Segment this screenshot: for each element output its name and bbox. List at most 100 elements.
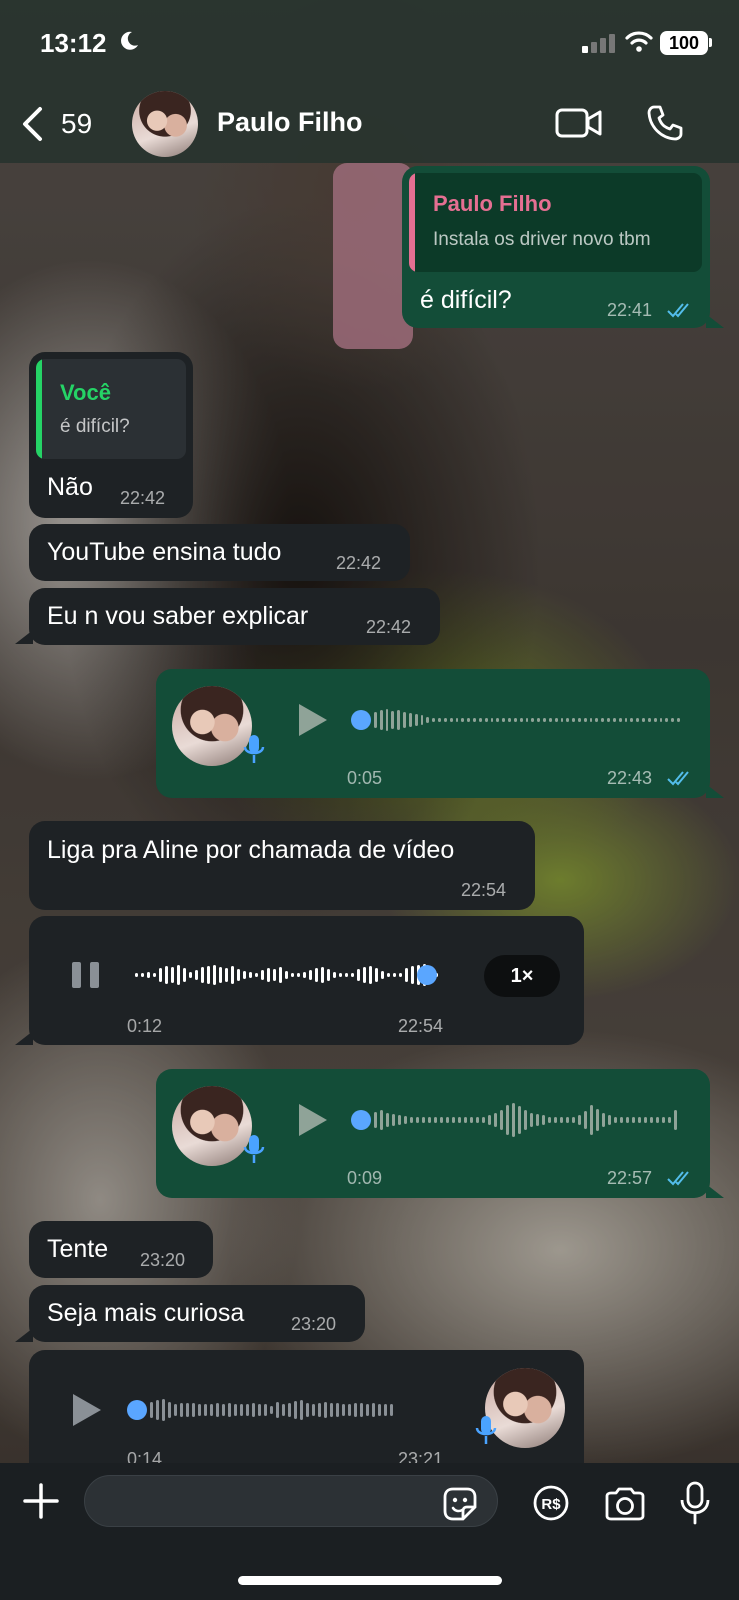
waveform-bar <box>506 1105 509 1135</box>
waveform-bar <box>596 1109 599 1131</box>
waveform-bar <box>222 1404 225 1416</box>
waveform-bar <box>354 1403 357 1417</box>
read-ticks-icon <box>667 1171 689 1186</box>
camera-icon[interactable] <box>604 1487 646 1521</box>
waveform-bar <box>297 973 300 977</box>
waveform-bar <box>375 968 378 982</box>
playback-speed-button[interactable]: 1× <box>484 955 560 997</box>
unread-count[interactable]: 59 <box>61 108 92 140</box>
waveform-bar <box>342 1404 345 1416</box>
waveform-bar <box>246 1404 249 1416</box>
waveform-bar <box>252 1403 255 1417</box>
audio-waveform[interactable] <box>135 958 445 992</box>
waveform-bar <box>443 718 447 722</box>
waveform-bar <box>306 1403 309 1417</box>
waveform-bar <box>387 973 390 977</box>
sticker-icon[interactable] <box>441 1485 479 1523</box>
waveform-bar <box>420 715 424 725</box>
playback-position[interactable] <box>351 710 371 730</box>
bubble-tail <box>15 630 33 644</box>
contact-avatar[interactable] <box>132 91 198 157</box>
chat-header <box>0 0 739 163</box>
waveform-bar <box>309 970 312 980</box>
waveform-bar <box>677 718 680 722</box>
waveform-bar <box>399 973 402 977</box>
waveform-bar <box>410 1117 413 1123</box>
waveform-bar <box>150 1402 153 1418</box>
play-icon[interactable] <box>297 1102 329 1138</box>
phone-call-icon[interactable] <box>646 104 684 142</box>
waveform-bar <box>186 1403 189 1417</box>
waveform-bar <box>318 1403 321 1417</box>
message-bubble-incoming[interactable] <box>29 821 535 910</box>
quoted-message[interactable] <box>409 173 702 272</box>
waveform-bar <box>470 1117 473 1123</box>
waveform-bar <box>183 968 186 982</box>
waveform-bar <box>300 1400 303 1420</box>
waveform-bar <box>572 1117 575 1123</box>
contact-name[interactable]: Paulo Filho <box>217 107 363 138</box>
waveform-bar <box>566 718 570 722</box>
waveform-bar <box>548 1117 551 1123</box>
signal-icon <box>582 34 615 53</box>
waveform-bar <box>390 1404 393 1416</box>
waveform-bar <box>381 971 384 979</box>
playback-position[interactable] <box>417 965 437 985</box>
waveform-bar <box>408 713 412 727</box>
waveform-bar <box>653 718 657 722</box>
home-indicator <box>238 1576 502 1585</box>
audio-waveform[interactable] <box>374 1103 680 1137</box>
waveform-bar <box>397 710 401 730</box>
waveform-bar <box>267 968 270 982</box>
play-icon[interactable] <box>297 702 329 738</box>
plus-icon[interactable] <box>22 1482 60 1520</box>
waveform-bar <box>513 718 517 722</box>
waveform-bar <box>141 973 144 977</box>
playback-position[interactable] <box>127 1400 147 1420</box>
pause-icon[interactable] <box>71 961 101 989</box>
video-call-icon[interactable] <box>555 106 603 140</box>
waveform-bar <box>647 718 651 722</box>
waveform-bar <box>207 966 210 984</box>
waveform-bar <box>478 718 482 722</box>
back-icon[interactable] <box>20 106 46 142</box>
waveform-bar <box>536 1114 539 1126</box>
waveform-bar <box>607 718 610 722</box>
read-ticks-icon <box>667 771 689 786</box>
mic-icon[interactable] <box>680 1481 710 1525</box>
waveform-bar <box>618 718 622 722</box>
waveform-bar <box>153 973 156 977</box>
playback-position[interactable] <box>351 1110 371 1130</box>
audio-waveform[interactable] <box>150 1393 446 1427</box>
waveform-bar <box>219 967 222 983</box>
waveform-bar <box>464 1117 467 1123</box>
quoted-message[interactable] <box>36 359 186 459</box>
waveform-bar <box>404 1116 407 1124</box>
waveform-bar <box>255 973 258 977</box>
waveform-bar <box>291 973 294 977</box>
waveform-bar <box>379 710 383 730</box>
waveform-bar <box>416 1117 419 1123</box>
waveform-bar <box>531 718 535 722</box>
play-icon[interactable] <box>71 1392 103 1428</box>
waveform-bar <box>372 1403 375 1417</box>
waveform-bar <box>446 1117 449 1123</box>
waveform-bar <box>455 718 459 722</box>
waveform-bar <box>393 973 396 977</box>
waveform-bar <box>512 1103 515 1137</box>
waveform-bar <box>180 1403 183 1417</box>
waveform-bar <box>288 1403 291 1417</box>
waveform-bar <box>426 717 430 723</box>
bubble-tail <box>15 1328 33 1342</box>
waveform-bar <box>261 970 264 980</box>
waveform-bar <box>414 714 418 726</box>
voice-duration: 0:09 <box>347 1168 383 1188</box>
waveform-bar <box>537 718 541 722</box>
audio-waveform[interactable] <box>374 703 680 737</box>
message-input[interactable] <box>84 1475 498 1527</box>
waveform-bar <box>147 972 150 978</box>
waveform-bar <box>243 971 246 979</box>
waveform-bar <box>201 967 204 983</box>
real-currency-icon[interactable]: R$ <box>532 1484 570 1522</box>
waveform-bar <box>548 718 552 722</box>
